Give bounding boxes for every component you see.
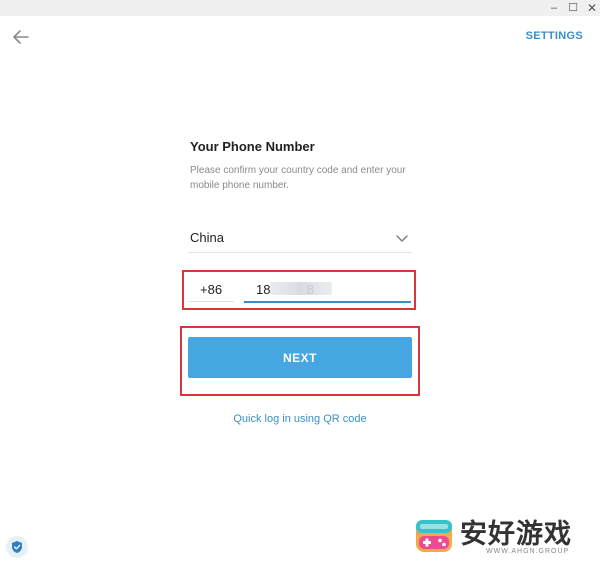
watermark: 安好游戏 WWW.AHGN.GROUP: [414, 512, 594, 560]
window-maximize-button[interactable]: ☐: [564, 0, 582, 16]
phone-number-input[interactable]: [244, 278, 411, 303]
window-minimize-button[interactable]: –: [545, 0, 563, 16]
watermark-title: 安好游戏: [460, 519, 572, 550]
security-badge[interactable]: [7, 537, 27, 557]
settings-button[interactable]: SETTINGS: [526, 30, 583, 42]
form-description: Please confirm your country code and ent…: [190, 165, 406, 191]
back-button[interactable]: [10, 27, 32, 47]
watermark-subtitle: WWW.AHGN.GROUP: [486, 548, 570, 555]
shield-check-icon: [12, 541, 22, 553]
page-title: Your Phone Number: [190, 139, 315, 154]
country-selected-value: China: [190, 230, 224, 245]
country-select[interactable]: China: [188, 226, 412, 253]
arrow-left-icon: [13, 30, 29, 44]
window-titlebar: – ☐ ✕: [0, 0, 600, 16]
country-code-input[interactable]: [188, 278, 234, 302]
next-button[interactable]: NEXT: [188, 337, 412, 378]
chevron-down-icon: [396, 235, 408, 242]
gamepad-logo-icon: [416, 520, 452, 552]
window-close-button[interactable]: ✕: [583, 0, 600, 16]
qr-login-link[interactable]: Quick log in using QR code: [180, 413, 420, 425]
